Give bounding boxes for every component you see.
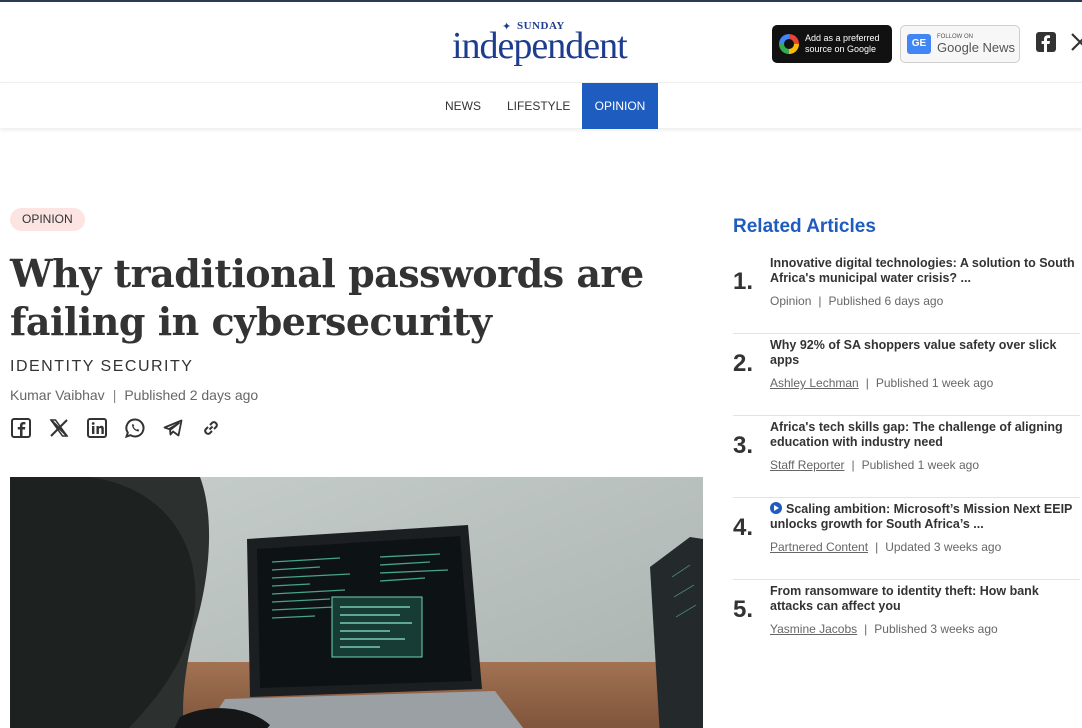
article-headline: Why traditional passwords are failing in… bbox=[10, 251, 644, 344]
facebook-icon[interactable] bbox=[1036, 32, 1056, 52]
x-icon[interactable] bbox=[48, 417, 70, 439]
related-article-title[interactable]: Innovative digital technologies: A solut… bbox=[770, 256, 1075, 285]
link-icon[interactable] bbox=[200, 417, 222, 439]
related-article-number: 4. bbox=[733, 514, 754, 541]
related-article-title[interactable]: Why 92% of SA shoppers value safety over… bbox=[770, 338, 1075, 367]
x-icon[interactable] bbox=[1070, 32, 1082, 52]
related-article-author[interactable]: Ashley Lechman bbox=[770, 376, 859, 390]
site-header: ✦ SUNDAY independent Add as a preferred … bbox=[0, 2, 1082, 80]
google-news-icon: GE bbox=[907, 34, 931, 54]
facebook-icon[interactable] bbox=[10, 417, 32, 439]
related-article-number: 2. bbox=[733, 350, 754, 377]
share-bar bbox=[10, 417, 222, 439]
related-article-title[interactable]: From ransomware to identity theft: How b… bbox=[770, 584, 1075, 613]
byline-separator: | bbox=[112, 387, 117, 403]
related-article-2[interactable]: 2. Why 92% of SA shoppers value safety o… bbox=[733, 334, 1080, 416]
nav-item-lifestyle[interactable]: LIFESTYLE bbox=[507, 83, 570, 129]
related-articles-list: 1. Innovative digital technologies: A so… bbox=[733, 252, 1080, 662]
related-article-author[interactable]: Opinion bbox=[770, 294, 811, 308]
related-article-date: Published 1 week ago bbox=[861, 458, 980, 472]
meta-separator: | bbox=[818, 294, 822, 308]
linkedin-icon[interactable] bbox=[86, 417, 108, 439]
related-article-title[interactable]: Scaling ambition: Microsoft’s Mission Ne… bbox=[770, 502, 1075, 531]
related-article-3[interactable]: 3. Africa's tech skills gap: The challen… bbox=[733, 416, 1080, 498]
article-byline: Kumar Vaibhav | Published 2 days ago bbox=[10, 387, 258, 403]
related-article-meta: Ashley Lechman | Published 1 week ago bbox=[770, 376, 1075, 390]
related-article-meta: Yasmine Jacobs | Published 3 weeks ago bbox=[770, 622, 1075, 636]
meta-separator: | bbox=[865, 376, 869, 390]
related-article-date: Published 3 weeks ago bbox=[874, 622, 998, 636]
related-article-author[interactable]: Yasmine Jacobs bbox=[770, 622, 857, 636]
google-news-follow-button[interactable]: GE FOLLOW ON Google News bbox=[900, 25, 1020, 63]
published-date: Published 2 days ago bbox=[124, 387, 259, 403]
telegram-icon[interactable] bbox=[162, 417, 184, 439]
video-play-icon bbox=[770, 502, 782, 514]
google-news-name: Google News bbox=[937, 40, 1016, 55]
related-article-1[interactable]: 1. Innovative digital technologies: A so… bbox=[733, 252, 1080, 334]
main-nav: NEWS LIFESTYLE OPINION bbox=[0, 82, 1082, 129]
related-article-number: 3. bbox=[733, 432, 754, 459]
related-article-title-text: Scaling ambition: Microsoft’s Mission Ne… bbox=[770, 502, 1073, 531]
related-article-title[interactable]: Africa's tech skills gap: The challenge … bbox=[770, 420, 1075, 449]
meta-separator: | bbox=[875, 540, 879, 554]
article-subsection: IDENTITY SECURITY bbox=[10, 358, 194, 375]
related-article-number: 1. bbox=[733, 268, 754, 295]
logo-wordmark: independent bbox=[452, 25, 628, 67]
whatsapp-icon[interactable] bbox=[124, 417, 146, 439]
related-article-meta: Staff Reporter | Published 1 week ago bbox=[770, 458, 1075, 472]
google-preferred-label: Add as a preferred source on Google bbox=[805, 33, 880, 54]
related-article-meta: Partnered Content | Updated 3 weeks ago bbox=[770, 540, 1075, 554]
meta-separator: | bbox=[864, 622, 868, 636]
nav-item-news[interactable]: NEWS bbox=[445, 83, 481, 129]
related-article-date: Published 1 week ago bbox=[875, 376, 994, 390]
meta-separator: | bbox=[851, 458, 855, 472]
nav-item-opinion[interactable]: OPINION bbox=[582, 83, 658, 129]
site-logo[interactable]: ✦ SUNDAY independent bbox=[452, 20, 642, 66]
google-g-icon bbox=[779, 34, 799, 54]
section-badge[interactable]: OPINION bbox=[10, 208, 85, 231]
related-article-date: Updated 3 weeks ago bbox=[885, 540, 1002, 554]
related-article-author[interactable]: Staff Reporter bbox=[770, 458, 844, 472]
related-article-author[interactable]: Partnered Content bbox=[770, 540, 868, 554]
hero-image bbox=[10, 477, 703, 728]
google-preferred-source-button[interactable]: Add as a preferred source on Google bbox=[772, 25, 892, 63]
related-article-4[interactable]: 4. Scaling ambition: Microsoft’s Mission… bbox=[733, 498, 1080, 580]
related-article-date: Published 6 days ago bbox=[828, 294, 944, 308]
hero-photo-laptop-hacker bbox=[10, 477, 703, 728]
related-article-number: 5. bbox=[733, 596, 754, 623]
related-articles-heading: Related Articles bbox=[733, 216, 876, 237]
related-article-5[interactable]: 5. From ransomware to identity theft: Ho… bbox=[733, 580, 1080, 662]
related-article-meta: Opinion | Published 6 days ago bbox=[770, 294, 1075, 308]
author-name[interactable]: Kumar Vaibhav bbox=[10, 387, 105, 403]
